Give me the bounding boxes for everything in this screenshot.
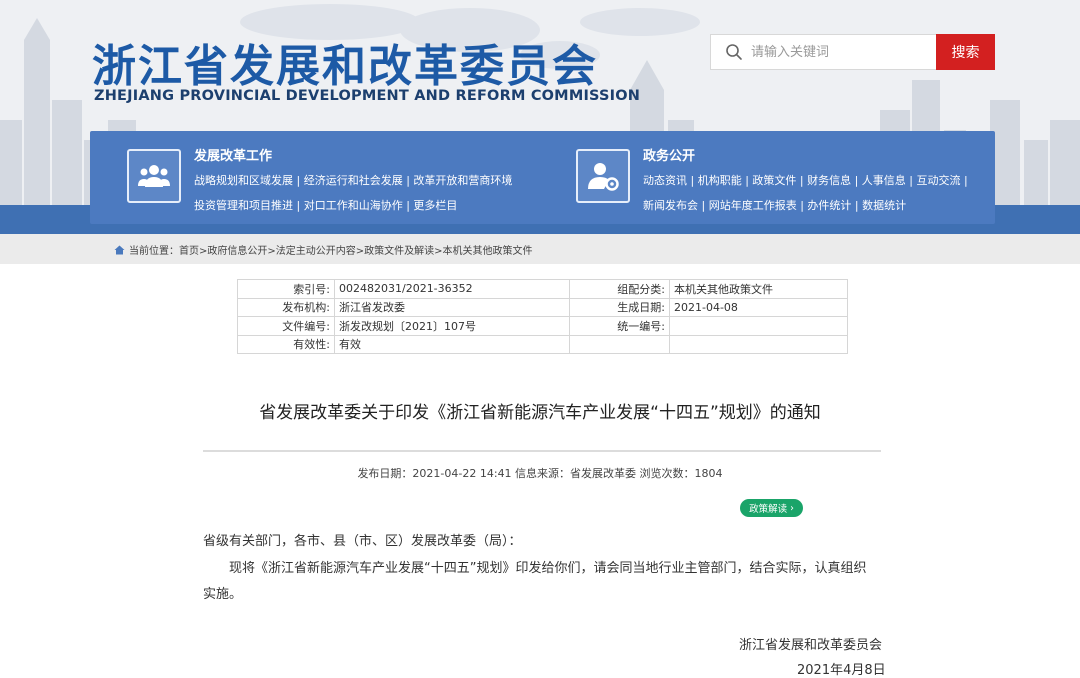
nav-links-affairs-line1[interactable]: 动态资讯 | 机构职能 | 政策文件 | 财务信息 | 人事信息 | 互动交流 … <box>643 172 968 188</box>
search-button[interactable]: 搜索 <box>936 34 995 70</box>
document-number-label: 文件编号: <box>237 316 335 336</box>
nav-title-development-work[interactable]: 发展改革工作 <box>194 145 272 164</box>
chevron-right-icon: › <box>790 502 794 514</box>
user-settings-icon[interactable] <box>576 149 630 203</box>
publisher-label: 发布机构: <box>237 297 335 317</box>
category-label: 组配分类: <box>569 279 670 299</box>
site-title: 浙江省发展和改革委员会 <box>92 41 598 92</box>
article-info: 发布日期：2021-04-22 14:41 信息来源：省发展改革委 浏览次数：1… <box>357 467 723 480</box>
breadcrumb-bar: 当前位置：首页>政府信息公开>法定主动公开内容>政策文件及解读>本机关其他政策文… <box>0 234 1080 264</box>
document-meta-table: 索引号: 002482031/2021-36352 组配分类: 本机关其他政策文… <box>237 279 848 354</box>
main-nav-panel: 发展改革工作 战略规划和区域发展 | 经济运行和社会发展 | 改革开放和营商环境… <box>90 131 995 224</box>
signature-date: 2021年4月8日 <box>797 663 886 678</box>
table-row: 有效性: 有效 <box>237 334 848 354</box>
validity-label: 有效性: <box>237 334 335 354</box>
publisher-value: 浙江省发改委 <box>334 297 570 317</box>
table-row: 发布机构: 浙江省发改委 生成日期: 2021-04-08 <box>237 297 848 317</box>
search-input[interactable] <box>751 35 931 69</box>
site-subtitle-english: ZHEJIANG PROVINCIAL DEVELOPMENT AND REFO… <box>94 88 641 104</box>
people-icon[interactable] <box>127 149 181 203</box>
nav-links-development-line1[interactable]: 战略规划和区域发展 | 经济运行和社会发展 | 改革开放和营商环境 <box>194 172 512 188</box>
created-date-value: 2021-04-08 <box>669 297 848 317</box>
signature: 浙江省发展和改革委员会 <box>739 638 883 653</box>
breadcrumb: 当前位置：首页>政府信息公开>法定主动公开内容>政策文件及解读>本机关其他政策文… <box>114 242 533 257</box>
salutation: 省级有关部门，各市、县（市、区）发展改革委（局）： <box>203 534 522 549</box>
document-number-value: 浙发改规划〔2021〕107号 <box>334 316 570 336</box>
breadcrumb-text[interactable]: 当前位置：首页>政府信息公开>法定主动公开内容>政策文件及解读>本机关其他政策文… <box>129 242 533 257</box>
policy-interpretation-button[interactable]: 政策解读 › <box>740 499 803 517</box>
nav-links-affairs-line2[interactable]: 新闻发布会 | 网站年度工作报表 | 办件统计 | 数据统计 <box>643 197 906 213</box>
unified-number-label: 统一编号: <box>569 316 670 336</box>
category-value: 本机关其他政策文件 <box>669 279 848 299</box>
nav-title-government-affairs[interactable]: 政务公开 <box>643 145 695 164</box>
search-icon <box>726 44 742 60</box>
home-icon <box>114 245 125 254</box>
table-row: 索引号: 002482031/2021-36352 组配分类: 本机关其他政策文… <box>237 279 848 299</box>
body-paragraph-line2: 实施。 <box>203 587 243 602</box>
empty-cell <box>569 334 670 354</box>
nav-section-development-work: 发展改革工作 战略规划和区域发展 | 经济运行和社会发展 | 改革开放和营商环境… <box>90 131 540 224</box>
title-divider <box>203 450 881 452</box>
nav-section-government-affairs: 政务公开 动态资讯 | 机构职能 | 政策文件 | 财务信息 | 人事信息 | … <box>540 131 995 224</box>
index-value: 002482031/2021-36352 <box>334 279 570 299</box>
created-date-label: 生成日期: <box>569 297 670 317</box>
index-label: 索引号: <box>237 279 335 299</box>
search-box <box>710 34 938 70</box>
table-row: 文件编号: 浙发改规划〔2021〕107号 统一编号: <box>237 316 848 336</box>
article-title: 省发展改革委关于印发《浙江省新能源汽车产业发展“十四五”规划》的通知 <box>259 403 821 423</box>
nav-links-development-line2[interactable]: 投资管理和项目推进 | 对口工作和山海协作 | 更多栏目 <box>194 197 457 213</box>
policy-interpretation-label: 政策解读 <box>749 504 788 515</box>
body-paragraph-line1: 现将《浙江省新能源汽车产业发展“十四五”规划》印发给你们，请会同当地行业主管部门… <box>229 561 867 576</box>
validity-value: 有效 <box>334 334 570 354</box>
unified-number-value <box>669 316 848 336</box>
empty-cell <box>669 334 848 354</box>
